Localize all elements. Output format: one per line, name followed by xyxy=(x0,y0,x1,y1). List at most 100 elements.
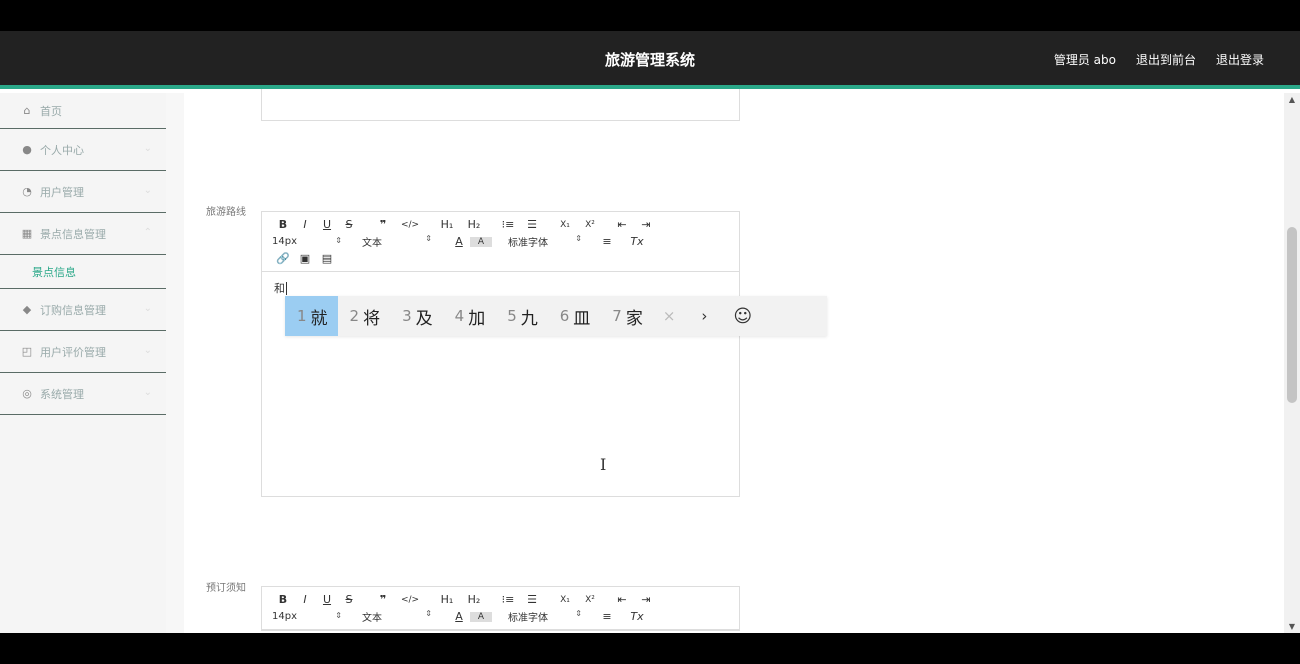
ime-candidate-text: 九 xyxy=(520,308,538,329)
header-links: 管理员 abo 退出到前台 退出登录 xyxy=(1054,51,1264,68)
font-family-select[interactable]: 标准字体 ⇕ xyxy=(508,234,582,249)
indent-button[interactable]: ⇥ xyxy=(634,218,658,231)
ime-candidate[interactable]: 3及 xyxy=(390,296,443,336)
font-size-select[interactable]: 14px ⇕ xyxy=(272,236,342,247)
format-value: 文本 xyxy=(362,613,382,624)
bold-button[interactable]: B xyxy=(272,593,294,606)
outdent-button[interactable]: ⇤ xyxy=(610,218,634,231)
clean-format-button[interactable]: Tx xyxy=(622,610,652,623)
ime-candidate-number: 2 xyxy=(349,307,360,325)
code-block-button[interactable]: </> xyxy=(398,220,422,230)
logout-link[interactable]: 退出登录 xyxy=(1216,51,1264,68)
route-rich-editor[interactable]: B I U S ❞ </> H₁ H₂ ⁝≡ ☰ X₁ X² ⇤ ⇥ 14px ⇕ xyxy=(261,211,740,497)
font-size-select[interactable]: 14px ⇕ xyxy=(272,611,342,622)
select-arrow-icon: ⇕ xyxy=(335,236,342,245)
link-icon[interactable]: 🔗 xyxy=(272,252,294,265)
code-block-button[interactable]: </> xyxy=(398,595,422,605)
bold-button[interactable]: B xyxy=(272,218,294,231)
scenic-icon: ▦ xyxy=(21,226,33,240)
underline-button[interactable]: U xyxy=(316,218,338,231)
user-icon: ● xyxy=(22,142,32,156)
sidebar-item-scenic[interactable]: ▦ 景点信息管理 ⌃ xyxy=(0,213,166,255)
font-family-select[interactable]: 标准字体 ⇕ xyxy=(508,609,582,624)
background-color-button[interactable]: A xyxy=(470,236,492,247)
font-color-button[interactable]: A xyxy=(448,610,470,623)
scrollbar-thumb[interactable] xyxy=(1287,227,1297,403)
blockquote-button[interactable]: ❞ xyxy=(368,593,398,606)
sidebar-item-orders[interactable]: ◆ 订购信息管理 ⌄ xyxy=(0,289,166,331)
video-icon[interactable]: ▤ xyxy=(316,252,338,265)
header1-button[interactable]: H₁ xyxy=(432,593,462,606)
strike-button[interactable]: S xyxy=(338,218,360,231)
ime-candidate-number: 6 xyxy=(559,307,570,325)
clean-format-button[interactable]: Tx xyxy=(622,235,652,248)
sidebar-item-reviews[interactable]: ◰ 用户评价管理 ⌄ xyxy=(0,331,166,373)
ime-candidate-number: 1 xyxy=(297,307,307,325)
ime-candidate[interactable]: 5九 xyxy=(495,296,548,336)
letterbox-bottom xyxy=(0,633,1300,664)
outdent-button[interactable]: ⇤ xyxy=(610,593,634,606)
sidebar: ⌂ 首页 ● 个人中心 ⌄ ◔ 用户管理 ⌄ ▦ 景点信息管理 ⌃ 景点信息 ◆… xyxy=(0,93,166,633)
review-icon: ◰ xyxy=(21,344,33,358)
subscript-button[interactable]: X₁ xyxy=(552,220,578,230)
order-icon: ◆ xyxy=(22,302,32,316)
format-select[interactable]: 文本 ⇕ xyxy=(362,609,432,624)
sidebar-subitem-scenic-info[interactable]: 景点信息 xyxy=(0,255,166,289)
sidebar-item-system[interactable]: ◎ 系统管理 ⌄ xyxy=(0,373,166,415)
sidebar-item-label: 系统管理 xyxy=(40,387,84,401)
font-color-button[interactable]: A xyxy=(448,235,470,248)
superscript-button[interactable]: X² xyxy=(578,595,602,605)
sidebar-item-label: 景点信息管理 xyxy=(40,227,106,241)
admin-user-label[interactable]: 管理员 abo xyxy=(1054,51,1116,68)
subscript-button[interactable]: X₁ xyxy=(552,595,578,605)
scroll-down-icon[interactable]: ▼ xyxy=(1284,622,1300,631)
ordered-list-button[interactable]: ⁝≡ xyxy=(496,218,520,231)
italic-button[interactable]: I xyxy=(294,593,316,606)
header1-button[interactable]: H₁ xyxy=(432,218,462,231)
users-icon: ◔ xyxy=(22,184,32,198)
sidebar-item-home[interactable]: ⌂ 首页 xyxy=(0,93,166,129)
exit-to-front-link[interactable]: 退出到前台 xyxy=(1136,51,1196,68)
ime-candidate[interactable]: 1就 xyxy=(285,296,338,336)
typed-text: 和 xyxy=(274,282,285,295)
ime-candidate-text: 及 xyxy=(415,308,433,329)
bullet-list-button[interactable]: ☰ xyxy=(520,593,544,606)
ime-close-icon[interactable]: × xyxy=(653,307,686,325)
italic-button[interactable]: I xyxy=(294,218,316,231)
ime-candidate[interactable]: 6皿 xyxy=(548,296,601,336)
ime-candidate[interactable]: 2将 xyxy=(338,296,391,336)
superscript-button[interactable]: X² xyxy=(578,220,602,230)
ime-candidate[interactable]: 4加 xyxy=(443,296,496,336)
scroll-up-icon[interactable]: ▲ xyxy=(1284,95,1300,104)
align-button[interactable]: ≡ xyxy=(592,235,622,248)
ime-candidate-bar: 1就 2将 3及 4加 5九 6皿 7家 × › ☺ xyxy=(285,296,827,336)
underline-button[interactable]: U xyxy=(316,593,338,606)
format-select[interactable]: 文本 ⇕ xyxy=(362,234,432,249)
indent-button[interactable]: ⇥ xyxy=(634,593,658,606)
notice-rich-editor[interactable]: B I U S ❞ </> H₁ H₂ ⁝≡ ☰ X₁ X² ⇤ ⇥ 14px ⇕ xyxy=(261,586,740,631)
text-caret xyxy=(286,282,287,295)
page-scrollbar[interactable]: ▲ ▼ xyxy=(1284,93,1300,633)
sidebar-item-profile[interactable]: ● 个人中心 ⌄ xyxy=(0,129,166,171)
chevron-down-icon: ⌄ xyxy=(143,185,152,196)
header2-button[interactable]: H₂ xyxy=(462,593,486,606)
home-icon: ⌂ xyxy=(23,103,31,117)
align-button[interactable]: ≡ xyxy=(592,610,622,623)
chevron-down-icon: ⌄ xyxy=(143,345,152,356)
route-field-label: 旅游路线 xyxy=(206,207,246,218)
ime-candidate[interactable]: 7家 xyxy=(600,296,653,336)
blockquote-button[interactable]: ❞ xyxy=(368,218,398,231)
ime-emoji-icon[interactable]: ☺ xyxy=(723,306,762,327)
sidebar-item-label: 订购信息管理 xyxy=(40,303,106,317)
bullet-list-button[interactable]: ☰ xyxy=(520,218,544,231)
select-arrow-icon: ⇕ xyxy=(575,609,582,618)
background-color-button[interactable]: A xyxy=(470,611,492,622)
image-icon[interactable]: ▣ xyxy=(294,252,316,265)
ime-next-page-icon[interactable]: › xyxy=(691,307,717,325)
header2-button[interactable]: H₂ xyxy=(462,218,486,231)
previous-editor-bottom[interactable] xyxy=(261,89,740,121)
sidebar-item-users[interactable]: ◔ 用户管理 ⌄ xyxy=(0,171,166,213)
ime-candidate-text: 加 xyxy=(468,308,486,329)
ordered-list-button[interactable]: ⁝≡ xyxy=(496,593,520,606)
strike-button[interactable]: S xyxy=(338,593,360,606)
